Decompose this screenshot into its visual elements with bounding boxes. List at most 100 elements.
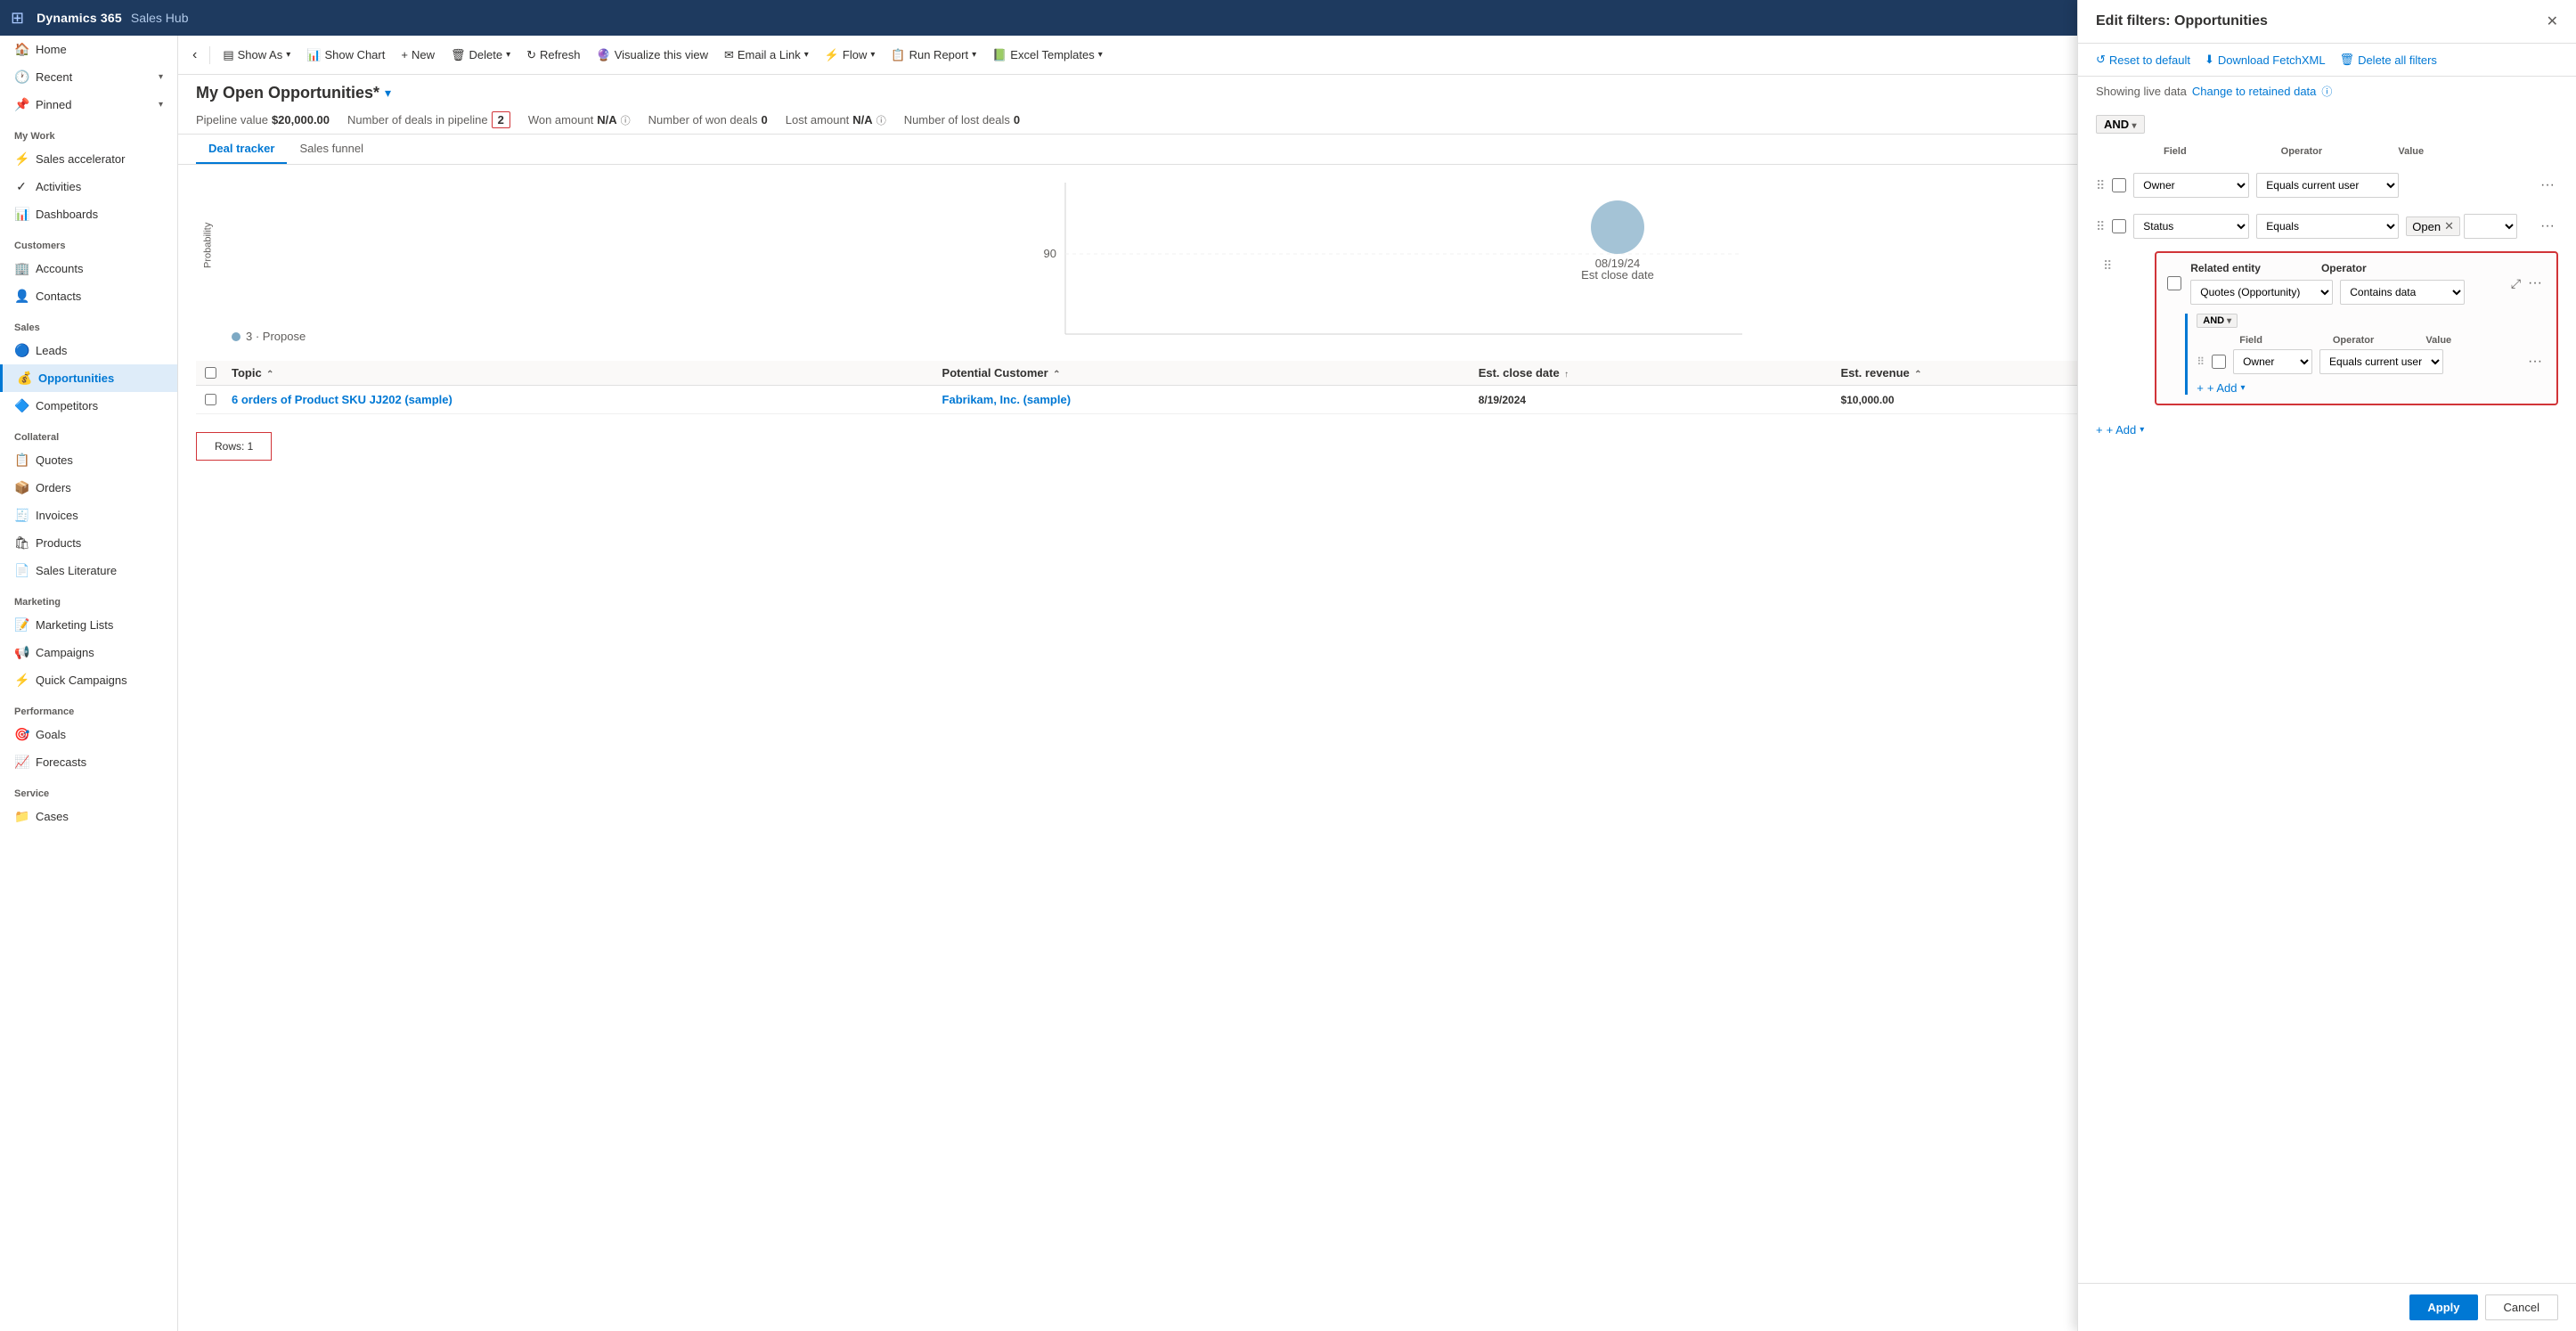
new-button[interactable]: + New — [394, 45, 442, 65]
related-entity-operator-select[interactable]: Contains data — [2340, 280, 2465, 305]
sidebar-item-invoices[interactable]: 🧾 Invoices — [0, 502, 177, 529]
cancel-button[interactable]: Cancel — [2485, 1294, 2558, 1320]
sidebar-item-accounts[interactable]: 🏢 Accounts — [0, 255, 177, 282]
sidebar-item-recent[interactable]: 🕐 Recent ▾ — [0, 63, 177, 91]
sidebar-item-orders[interactable]: 📦 Orders — [0, 474, 177, 502]
legend-dot — [232, 332, 240, 341]
sidebar-item-leads[interactable]: 🔵 Leads — [0, 337, 177, 364]
won-amount-info-icon[interactable]: ⓘ — [621, 113, 631, 127]
filter-group: AND ▾ Field Operator Value ⠿ — [2096, 115, 2558, 437]
sub-drag-handle-icon: ⠿ — [2197, 355, 2205, 368]
sidebar-item-cases[interactable]: 📁 Cases — [0, 803, 177, 830]
chart-icon: 📊 — [306, 48, 321, 62]
email-link-button[interactable]: ✉ Email a Link ▾ — [717, 45, 816, 66]
excel-templates-button[interactable]: 📗 Excel Templates ▾ — [985, 45, 1110, 66]
date-sort-icon: ↑ — [1564, 370, 1569, 380]
sidebar-item-quotes[interactable]: 📋 Quotes — [0, 446, 177, 474]
excel-icon: 📗 — [992, 48, 1007, 62]
separator — [209, 46, 210, 64]
contacts-icon: 👤 — [14, 289, 29, 304]
filter-status-operator-select[interactable]: Equals — [2256, 214, 2399, 239]
tab-sales-funnel[interactable]: Sales funnel — [287, 135, 376, 164]
sidebar-item-campaigns[interactable]: 📢 Campaigns — [0, 639, 177, 666]
sidebar-item-activities[interactable]: ✓ Activities — [0, 173, 177, 200]
apply-button[interactable]: Apply — [2409, 1294, 2477, 1320]
and-badge[interactable]: AND ▾ — [2096, 115, 2145, 134]
refresh-button[interactable]: ↻ Refresh — [519, 45, 587, 66]
related-entity-field-select[interactable]: Quotes (Opportunity) — [2190, 280, 2333, 305]
row-check[interactable] — [196, 394, 224, 405]
related-entity-checkbox[interactable] — [2167, 276, 2181, 290]
sidebar-item-forecasts[interactable]: 📈 Forecasts — [0, 748, 177, 776]
related-entity-selects-group: Related entity Operator Quotes (Opportun… — [2190, 262, 2502, 305]
sidebar-item-quick-campaigns[interactable]: ⚡ Quick Campaigns — [0, 666, 177, 694]
sidebar-item-contacts[interactable]: 👤 Contacts — [0, 282, 177, 310]
sidebar-item-sales-literature[interactable]: 📄 Sales Literature — [0, 557, 177, 584]
column-header-topic[interactable]: Topic ⌃ — [224, 366, 935, 380]
customer-sort-icon: ⌃ — [1053, 370, 1060, 380]
column-header-date[interactable]: Est. close date ↑ — [1471, 366, 1834, 380]
filter-owner-checkbox[interactable] — [2112, 178, 2126, 192]
run-report-button[interactable]: 📋 Run Report ▾ — [884, 45, 983, 66]
status-open-tag: Open ✕ — [2406, 216, 2460, 236]
filter-status-checkbox[interactable] — [2112, 219, 2126, 233]
customer-link[interactable]: Fabrikam, Inc. (sample) — [942, 393, 1072, 406]
filter-column-headers: Field Operator Value — [2096, 146, 2558, 157]
change-retained-link[interactable]: Change to retained data — [2192, 85, 2317, 98]
collateral-section: Collateral — [0, 420, 177, 446]
sidebar-item-goals[interactable]: 🎯 Goals — [0, 721, 177, 748]
sub-filter-operator-select[interactable]: Equals current user — [2319, 349, 2443, 374]
related-add-button[interactable]: + + Add ▾ — [2197, 381, 2245, 395]
filter-add-button[interactable]: + + Add ▾ — [2096, 423, 2558, 437]
filter-actions: ↺ Reset to default ⬇ Download FetchXML 🗑… — [2078, 44, 2576, 77]
sub-and-badge-row: AND ▾ — [2197, 314, 2546, 328]
show-as-button[interactable]: ▤ Show As ▾ — [216, 45, 298, 66]
sidebar-item-marketing-lists[interactable]: 📝 Marketing Lists — [0, 611, 177, 639]
recent-icon: 🕐 — [14, 69, 29, 85]
expand-icon[interactable]: ⤢ — [2511, 276, 2521, 291]
visualize-button[interactable]: 🔮 Visualize this view — [590, 45, 715, 66]
sidebar-item-opportunities[interactable]: 💰 Opportunities — [0, 364, 177, 392]
sub-filter-field-select[interactable]: Owner — [2233, 349, 2312, 374]
delete-filters-icon: 🗑 — [2340, 53, 2355, 67]
filter-status-value-select[interactable] — [2464, 214, 2517, 239]
column-header-customer[interactable]: Potential Customer ⌃ — [935, 366, 1471, 380]
filter-owner-more-button[interactable]: ··· — [2537, 177, 2558, 193]
filter-status-field-select[interactable]: Status — [2133, 214, 2249, 239]
sub-filter-more-button[interactable]: ··· — [2524, 354, 2546, 370]
sidebar-item-sales-accelerator[interactable]: ⚡ Sales accelerator — [0, 145, 177, 173]
row-checkbox[interactable] — [205, 394, 216, 405]
value-header: Value — [2398, 146, 2508, 157]
related-entity-actions: ⤢ ··· — [2511, 275, 2546, 291]
download-fetchxml-button[interactable]: ⬇ Download FetchXML — [2205, 53, 2326, 67]
email-chevron: ▾ — [804, 50, 809, 60]
sub-and-badge[interactable]: AND ▾ — [2197, 314, 2238, 328]
sidebar-item-competitors[interactable]: 🔷 Competitors — [0, 392, 177, 420]
tab-deal-tracker[interactable]: Deal tracker — [196, 135, 287, 164]
select-all-check[interactable] — [196, 367, 224, 379]
select-all-checkbox[interactable] — [205, 367, 216, 379]
filter-status-more-button[interactable]: ··· — [2537, 218, 2558, 234]
related-entity-more-button[interactable]: ··· — [2524, 275, 2546, 291]
filter-owner-operator-select[interactable]: Equals current user — [2256, 173, 2399, 198]
filter-body: AND ▾ Field Operator Value ⠿ — [2078, 106, 2576, 1283]
sidebar-item-pinned[interactable]: 📌 Pinned ▾ — [0, 91, 177, 118]
filter-owner-field-select[interactable]: Owner — [2133, 173, 2249, 198]
delete-all-filters-button[interactable]: 🗑 Delete all filters — [2340, 53, 2437, 67]
show-chart-button[interactable]: 📊 Show Chart — [299, 45, 392, 66]
reset-to-default-button[interactable]: ↺ Reset to default — [2096, 53, 2190, 67]
status-open-remove[interactable]: ✕ — [2444, 219, 2454, 233]
sidebar-item-dashboards[interactable]: 📊 Dashboards — [0, 200, 177, 228]
and-badge-row: AND ▾ — [2096, 115, 2558, 134]
related-entity-label: Related entity — [2190, 262, 2261, 274]
back-button[interactable]: ‹ — [185, 44, 204, 67]
sidebar-item-home[interactable]: 🏠 Home — [0, 36, 177, 63]
page-title-dropdown[interactable]: ▾ — [385, 86, 391, 101]
sub-filter-checkbox[interactable] — [2212, 355, 2226, 369]
topic-link[interactable]: 6 orders of Product SKU JJ202 (sample) — [232, 393, 452, 406]
quotes-icon: 📋 — [14, 453, 29, 468]
sidebar-item-products[interactable]: 🛍 Products — [0, 529, 177, 557]
lost-amount-info-icon[interactable]: ⓘ — [876, 113, 886, 127]
flow-button[interactable]: ⚡ Flow ▾ — [818, 45, 883, 66]
delete-button[interactable]: 🗑 Delete ▾ — [444, 45, 518, 66]
